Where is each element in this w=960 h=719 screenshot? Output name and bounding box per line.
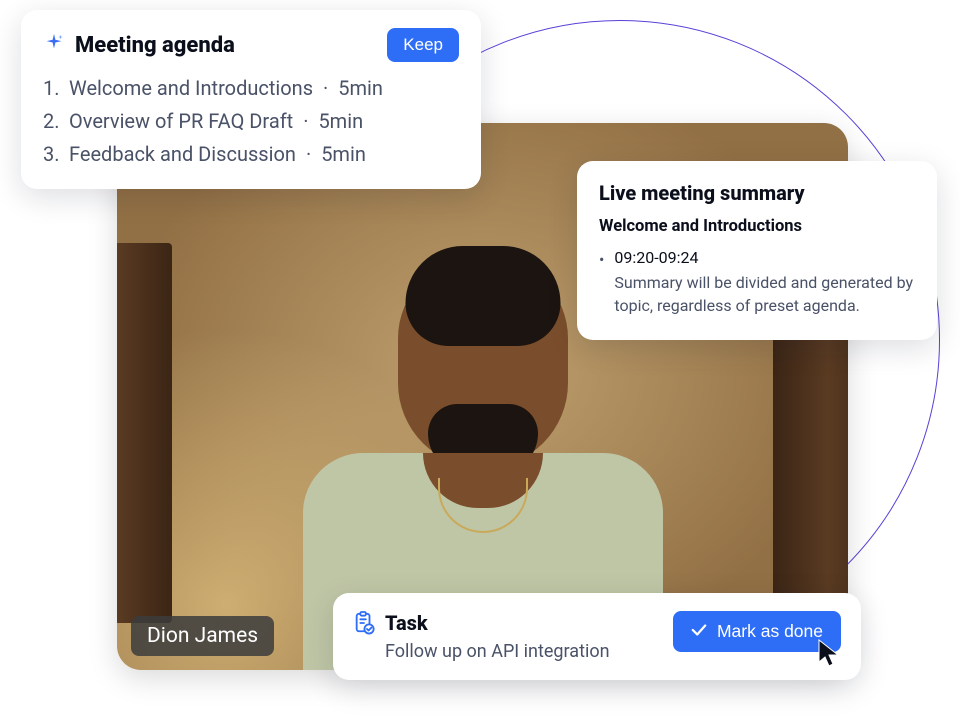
agenda-item-number: 1. (43, 72, 63, 105)
task-label: Task (385, 611, 610, 635)
bullet-icon: • (599, 248, 604, 318)
mark-as-done-label: Mark as done (717, 621, 823, 642)
agenda-item-number: 2. (43, 105, 63, 138)
cursor-icon (816, 638, 844, 672)
agenda-item-label: Overview of PR FAQ Draft (69, 105, 293, 138)
summary-entry-text: Summary will be divided and generated by… (614, 273, 913, 315)
agenda-item: 2. Overview of PR FAQ Draft · 5min (43, 105, 459, 138)
keep-button[interactable]: Keep (387, 28, 459, 62)
summary-entry: • 09:20-09:24 Summary will be divided an… (599, 246, 915, 318)
dot-separator: · (299, 105, 312, 138)
dot-separator: · (319, 72, 332, 105)
live-summary-card: Live meeting summary Welcome and Introdu… (577, 161, 937, 340)
agenda-item: 1. Welcome and Introductions · 5min (43, 72, 459, 105)
dot-separator: · (302, 138, 315, 171)
summary-section-heading: Welcome and Introductions (599, 217, 915, 236)
participant-name-badge: Dion James (131, 616, 274, 656)
summary-title: Live meeting summary (599, 181, 915, 205)
clipboard-check-icon (353, 611, 375, 662)
check-icon (691, 621, 707, 642)
agenda-item-label: Feedback and Discussion (69, 138, 296, 171)
task-description: Follow up on API integration (385, 641, 610, 662)
sparkle-icon (43, 32, 65, 58)
agenda-item-duration: 5min (321, 138, 366, 171)
agenda-item: 3. Feedback and Discussion · 5min (43, 138, 459, 171)
agenda-title: Meeting agenda (75, 33, 235, 58)
agenda-list: 1. Welcome and Introductions · 5min 2. O… (43, 72, 459, 171)
summary-entry-time: 09:20-09:24 (614, 246, 915, 269)
meeting-agenda-card: Meeting agenda Keep 1. Welcome and Intro… (21, 10, 481, 189)
agenda-item-duration: 5min (318, 105, 363, 138)
agenda-item-duration: 5min (338, 72, 383, 105)
task-card: Task Follow up on API integration Mark a… (333, 593, 861, 680)
agenda-item-label: Welcome and Introductions (69, 72, 313, 105)
agenda-item-number: 3. (43, 138, 63, 171)
